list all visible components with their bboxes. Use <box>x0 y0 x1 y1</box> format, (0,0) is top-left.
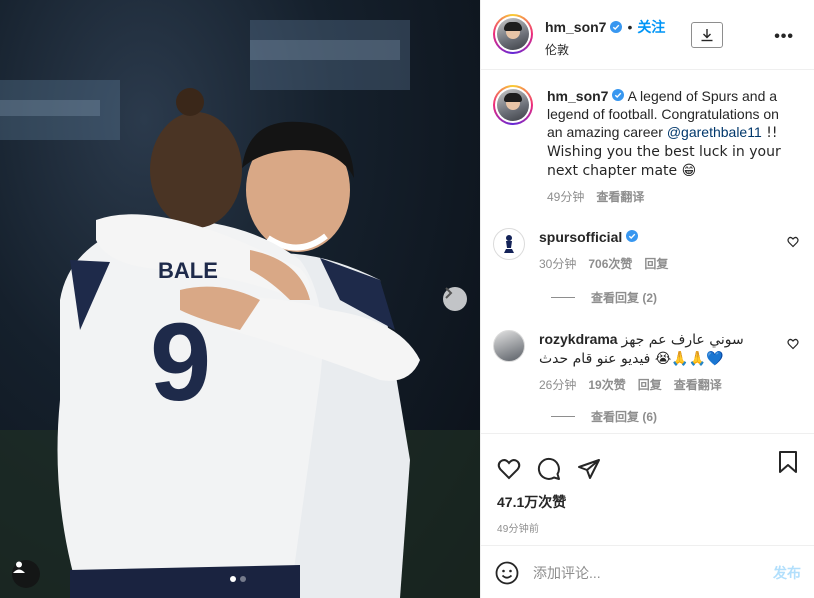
comment-reply-button[interactable]: 回复 <box>644 255 668 273</box>
comments-list[interactable]: hm_son7 A legend of Spurs and a legend o… <box>481 71 814 433</box>
like-heart-icon[interactable] <box>497 457 521 481</box>
more-options-button[interactable]: ••• <box>774 28 794 46</box>
carousel-dot <box>240 576 246 582</box>
download-button[interactable] <box>691 22 723 48</box>
user-tag-icon <box>13 561 25 573</box>
chevron-right-icon <box>445 287 453 299</box>
comment-username[interactable]: rozykdrama <box>539 331 618 347</box>
save-bookmark-icon[interactable] <box>777 450 799 474</box>
comment-input[interactable] <box>533 564 743 581</box>
view-replies-label: 查看回复 (2) <box>591 291 658 305</box>
carousel-next-button[interactable] <box>443 287 467 311</box>
caption-username[interactable]: hm_son7 <box>547 88 608 104</box>
comment-bubble-icon[interactable] <box>537 457 561 481</box>
download-icon <box>701 29 713 42</box>
comment-reply-button[interactable]: 回复 <box>638 376 662 394</box>
comment-like-icon[interactable] <box>787 338 799 350</box>
emoji-icon[interactable] <box>495 561 519 585</box>
photo-artwork: 9 BALE <box>0 20 480 598</box>
comment-composer: 发布 <box>481 545 814 598</box>
comment-likes[interactable]: 706次赞 <box>588 255 632 273</box>
post-photo[interactable]: 9 BALE <box>0 0 480 598</box>
comment-likes[interactable]: 19次赞 <box>588 376 625 394</box>
share-send-icon[interactable] <box>577 457 601 481</box>
post-time[interactable]: 49分钟前 <box>481 512 814 535</box>
post-header: hm_son7 • 关注 伦敦 ••• <box>481 0 814 70</box>
carousel-indicator <box>230 576 246 582</box>
verified-badge-icon <box>612 89 625 101</box>
spurs-logo-icon <box>504 235 514 253</box>
caption-avatar[interactable] <box>493 85 533 125</box>
comment-row: rozykdrama سوني عارف عم جهز فيديو عنو قا… <box>493 330 799 394</box>
user-tag-button[interactable] <box>12 560 40 588</box>
verified-badge-icon <box>626 230 639 242</box>
post-actions: 47.1万次赞 49分钟前 发布 <box>481 433 814 598</box>
view-replies-label: 查看回复 (6) <box>591 410 658 424</box>
comment-row: spursofficial 30分钟 706次赞 回复 <box>493 228 799 273</box>
svg-text:9: 9 <box>150 301 211 424</box>
avatar[interactable] <box>493 14 533 54</box>
post-likes-count[interactable]: 47.1万次赞 <box>481 488 814 512</box>
view-replies-button[interactable]: 查看回复 (6) <box>551 408 799 425</box>
svg-text:BALE: BALE <box>158 258 218 283</box>
post-details-panel: hm_son7 • 关注 伦敦 ••• hm_son7 A legend of … <box>480 0 814 598</box>
caption-time: 49分钟 <box>547 190 585 204</box>
separator-dot: • <box>627 19 633 35</box>
comment-like-icon[interactable] <box>787 236 799 248</box>
comment-avatar[interactable] <box>493 330 525 362</box>
follow-button[interactable]: 关注 <box>637 17 665 37</box>
comment-avatar[interactable] <box>493 228 525 260</box>
verified-badge-icon <box>610 21 623 33</box>
comment-time: 30分钟 <box>539 257 577 271</box>
carousel-dot-active <box>230 576 236 582</box>
divider <box>551 297 575 298</box>
caption-translate-link[interactable]: 查看翻译 <box>596 188 644 206</box>
caption-mention-link[interactable]: @garethbale11 <box>667 124 762 140</box>
comment-username[interactable]: spursofficial <box>539 229 622 245</box>
header-username[interactable]: hm_son7 <box>545 19 606 35</box>
caption-row: hm_son7 A legend of Spurs and a legend o… <box>493 85 799 206</box>
view-replies-button[interactable]: 查看回复 (2) <box>551 289 799 306</box>
comment-translate-link[interactable]: 查看翻译 <box>674 376 722 394</box>
comment-time: 26分钟 <box>539 378 577 392</box>
location-link[interactable]: 伦敦 <box>545 41 665 58</box>
divider <box>551 416 575 417</box>
post-comment-button[interactable]: 发布 <box>773 563 801 583</box>
